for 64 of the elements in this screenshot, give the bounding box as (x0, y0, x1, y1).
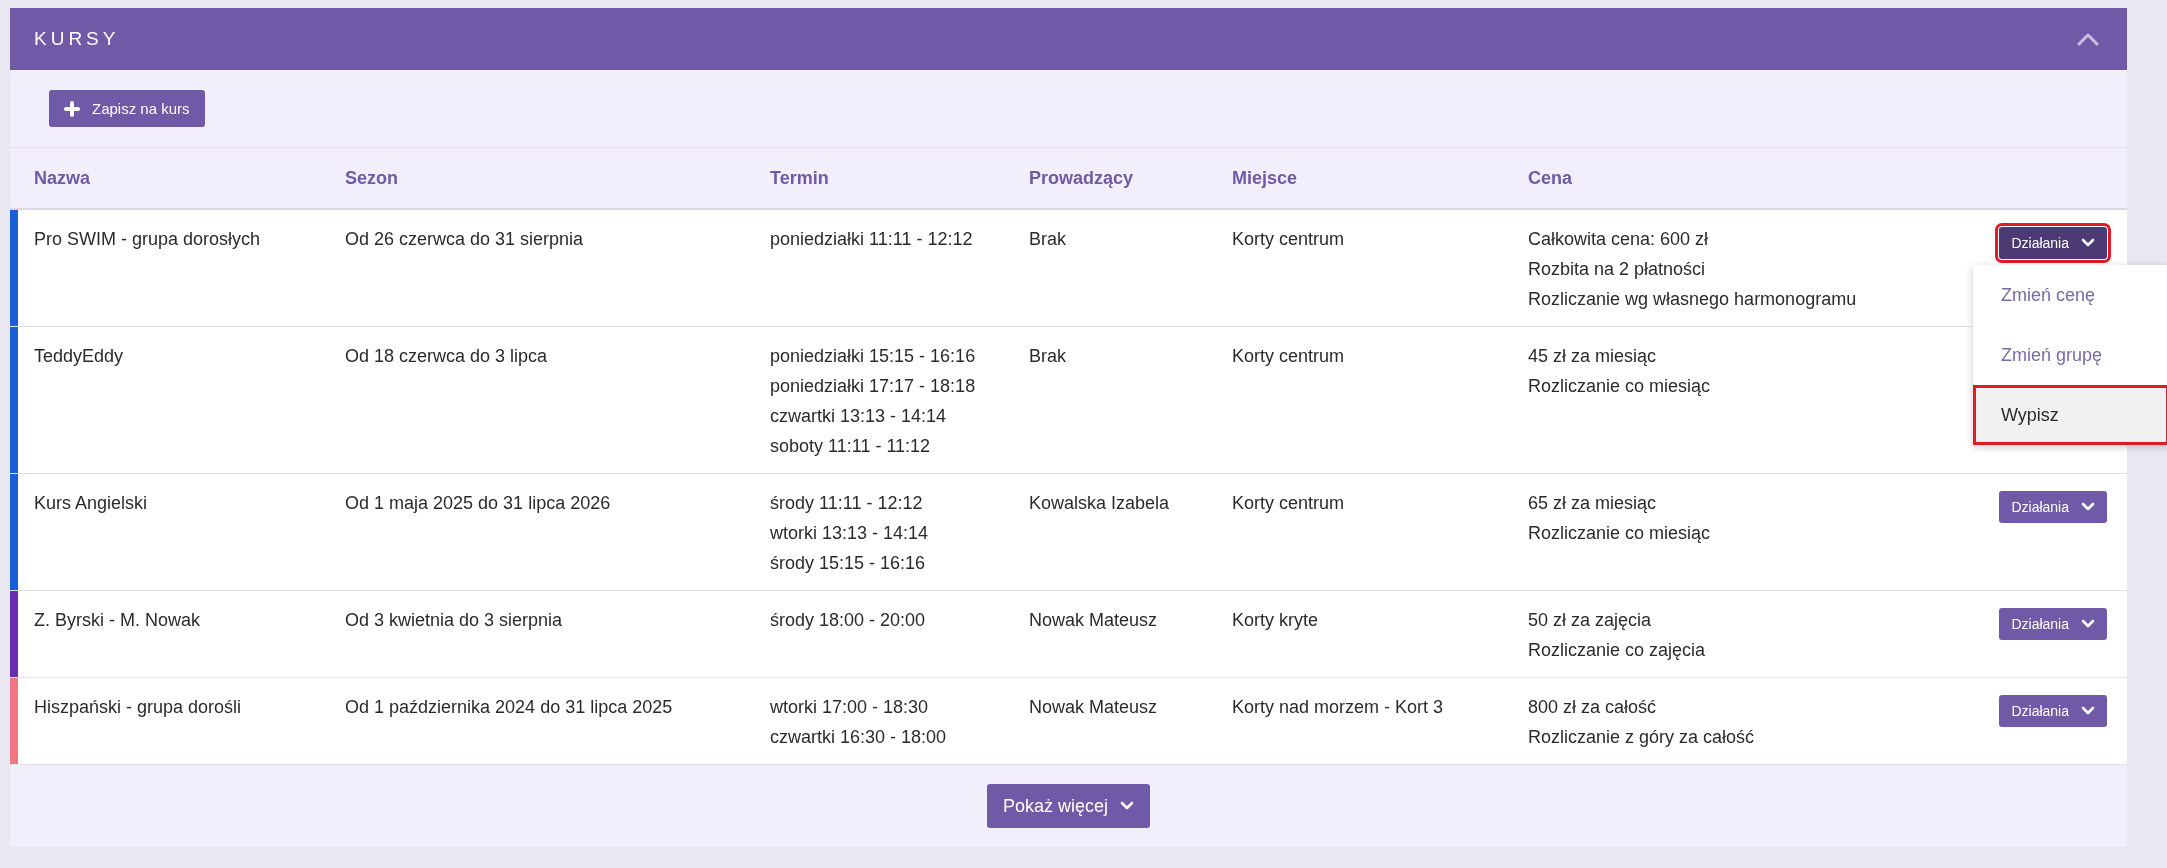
chevron-down-icon (2081, 238, 2095, 248)
price-line: Rozliczanie co miesiąc (1528, 375, 1712, 398)
column-header: Nazwa (33, 167, 92, 189)
chevron-down-icon (2081, 706, 2095, 716)
schedule-line: środy 11:11 - 12:12 (770, 492, 924, 515)
table-cell-text: Korty centrum (1232, 345, 1346, 368)
table-cell-text: Hiszpański - grupa dorośli (33, 696, 243, 719)
table-cell-text: Korty kryte (1232, 609, 1320, 632)
table-cell-text: Od 18 czerwca do 3 lipca (345, 345, 549, 368)
price-line: Rozliczanie co zajęcia (1528, 639, 1707, 662)
table-cell-text: Od 1 maja 2025 do 31 lipca 2026 (345, 492, 612, 515)
table-cell-text: Kurs Angielski (33, 492, 149, 515)
schedule-line: czwartki 13:13 - 14:14 (770, 405, 948, 428)
table-cell-text: Od 1 października 2024 do 31 lipca 2025 (345, 696, 674, 719)
chevron-down-icon (1120, 801, 1134, 811)
schedule-line: środy 15:15 - 16:16 (770, 552, 927, 575)
table-cell-text: Brak (1029, 345, 1067, 368)
actions-button[interactable]: Działania (1999, 695, 2107, 727)
column-header: Termin (770, 167, 830, 189)
panel-title: KURSY (34, 28, 120, 50)
show-more-button[interactable]: Pokaż więcej (986, 784, 1150, 828)
schedule-line: poniedziałki 17:17 - 18:18 (770, 375, 977, 398)
table-cell-text: Z. Byrski - M. Nowak (33, 609, 201, 632)
column-header: Sezon (345, 167, 399, 189)
actions-button[interactable]: Działania (1999, 491, 2107, 523)
actions-button[interactable]: Działania (1999, 608, 2107, 640)
schedule-line: wtorki 17:00 - 18:30 (770, 696, 930, 719)
table-cell-text: Kowalska Izabela (1029, 492, 1171, 515)
chevron-up-icon (2077, 32, 2099, 46)
price-line: Rozliczanie z góry za całość (1528, 726, 1756, 749)
menu-item[interactable]: Wypisz (1973, 385, 2167, 445)
price-line: Rozbita na 2 płatności (1528, 258, 1707, 281)
schedule-line: soboty 11:11 - 11:12 (770, 435, 932, 458)
price-line: 45 zł za miesiąc (1528, 345, 1658, 368)
chevron-down-icon (2081, 502, 2095, 512)
schedule-line: poniedziałki 15:15 - 16:16 (770, 345, 977, 368)
schedule-line: czwartki 16:30 - 18:00 (770, 726, 948, 749)
price-line: 800 zł za całość (1528, 696, 1658, 719)
column-header: Prowadzący (1029, 167, 1135, 189)
schedule-line: poniedziałki 11:11 - 12:12 (770, 228, 974, 251)
price-line: Całkowita cena: 600 zł (1528, 228, 1710, 251)
price-line: Rozliczanie co miesiąc (1528, 522, 1712, 545)
table-cell-text: Od 26 czerwca do 31 sierpnia (345, 228, 585, 251)
plus-icon (64, 100, 80, 117)
schedule-line: wtorki 13:13 - 14:14 (770, 522, 930, 545)
table-cell-text: Nowak Mateusz (1029, 609, 1159, 632)
table-cell-text: Korty nad morzem - Kort 3 (1232, 696, 1445, 719)
table-cell-text: Korty centrum (1232, 492, 1346, 515)
price-line: 50 zł za zajęcia (1528, 609, 1653, 632)
table-cell-text: Pro SWIM - grupa dorosłych (33, 228, 262, 251)
chevron-down-icon (2081, 619, 2095, 629)
table-cell-text: Korty centrum (1232, 228, 1346, 251)
enroll-button[interactable]: Zapisz na kurs (49, 90, 205, 127)
table-cell-text: Brak (1029, 228, 1067, 251)
column-header: Cena (1528, 167, 1573, 189)
schedule-line: środy 18:00 - 20:00 (770, 609, 927, 632)
menu-item[interactable]: Zmień cenę (1973, 265, 2167, 325)
menu-item[interactable]: Zmień grupę (1973, 325, 2167, 385)
table-cell-text: TeddyEddy (33, 345, 125, 368)
table-cell-text: Od 3 kwietnia do 3 sierpnia (345, 609, 564, 632)
price-line: 65 zł za miesiąc (1528, 492, 1658, 515)
table-cell-text: Nowak Mateusz (1029, 696, 1159, 719)
price-line: Rozliczanie wg własnego harmonogramu (1528, 288, 1858, 311)
column-header: Miejsce (1232, 167, 1299, 189)
